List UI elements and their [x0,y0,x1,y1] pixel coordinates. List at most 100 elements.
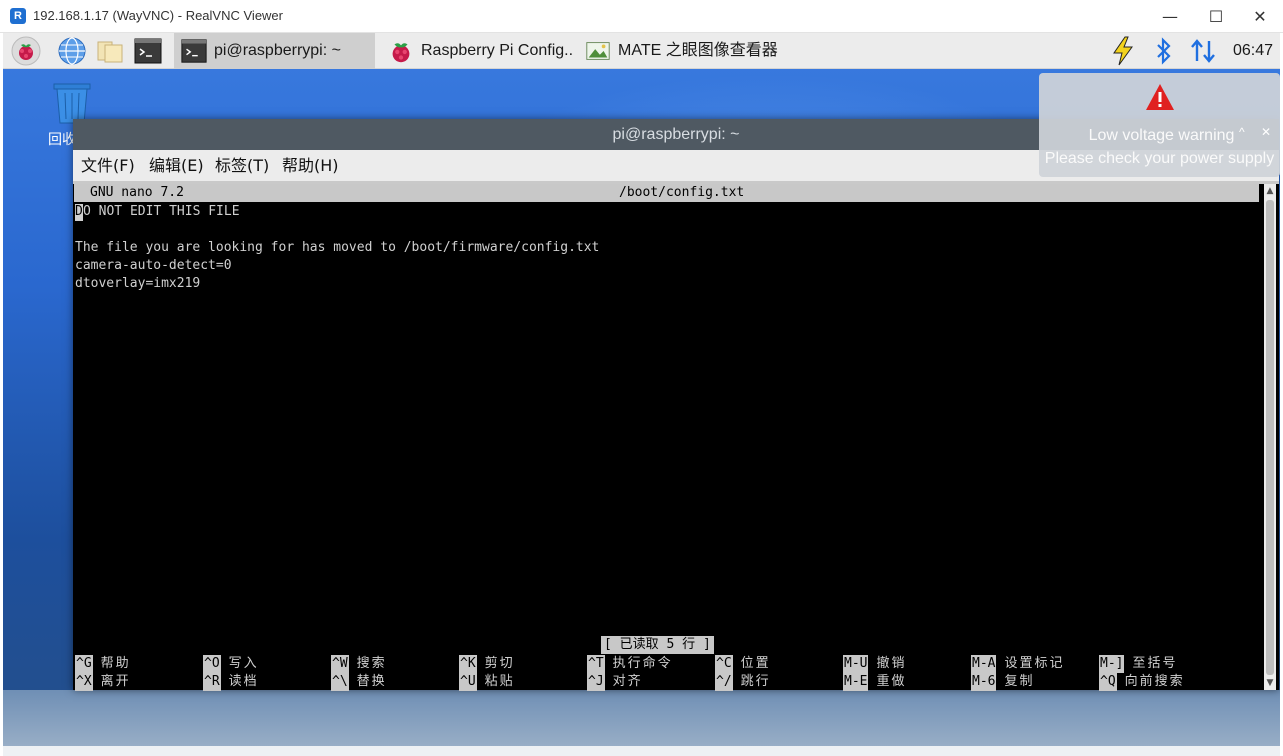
shortcut-desc: 写入 [228,656,259,671]
shortcut-desc: 离开 [100,674,131,689]
shortcut-key: ^R [203,673,221,691]
raspberry-icon [392,43,410,63]
maximize-button[interactable]: ☐ [1193,0,1239,33]
menu-file[interactable]: 文件(F) [81,150,135,181]
minimize-button[interactable]: — [1147,0,1193,33]
taskbar-item-raspberry-pi-config[interactable]: Raspberry Pi Config.. [381,33,575,69]
shortcut-key: ^/ [715,673,733,691]
taskbar-item-label: MATE 之眼图像查看器 [618,42,778,59]
shortcut-set-mark[interactable]: M-A 设置标记 [971,655,1065,673]
shortcut-replace[interactable]: ^\ 替换 [331,673,387,691]
file-line-3[interactable]: The file you are looking for has moved t… [75,239,599,257]
shortcut-key: M-E [843,673,869,691]
shortcut-key: ^T [587,655,605,673]
cursor-char: D [75,204,83,219]
shortcut-location[interactable]: ^C 位置 [715,655,771,673]
nano-version: GNU nano 7.2 [90,185,184,200]
scroll-up-arrow-icon[interactable]: ▲ [1265,184,1275,198]
wallpaper-strip [3,746,1280,756]
shortcut-key: M-6 [971,673,997,691]
shortcut-desc: 剪切 [484,656,515,671]
file-manager-icon[interactable] [95,36,125,66]
shortcut-key: ^O [203,655,221,673]
shortcut-key: ^K [459,655,477,673]
shortcut-redo[interactable]: M-E 重做 [843,673,907,691]
notification-message: Please check your power supply [1044,150,1275,167]
nano-editor[interactable]: GNU nano 7.2 /boot/config.txt D O NOT ED… [74,184,1262,691]
shortcut-copy[interactable]: M-6 复制 [971,673,1035,691]
shortcut-key: M-] [1099,655,1125,673]
shortcut-key: M-A [971,655,997,673]
file-line-5[interactable]: dtoverlay=imx219 [75,275,200,293]
warning-triangle-icon [1146,84,1174,110]
shortcut-read-file[interactable]: ^R 读档 [203,673,259,691]
raspberry-pi-menu-icon[interactable] [11,36,41,66]
taskbar-item-label: Raspberry Pi Config.. [421,42,574,59]
notification-close-button[interactable]: ✕ [1261,125,1271,139]
scrollbar-thumb[interactable] [1266,200,1274,675]
menu-help[interactable]: 帮助(H) [282,150,339,181]
shortcut-desc: 替换 [356,674,387,689]
shortcut-desc: 跳行 [740,674,771,689]
file-line-4[interactable]: camera-auto-detect=0 [75,257,232,275]
realvnc-app-icon: R [10,8,26,24]
remote-desktop: pi@raspberrypi: ~ Raspberry Pi Config.. … [3,33,1280,756]
shortcut-desc: 执行命令 [612,656,673,671]
terminal-scrollbar[interactable]: ▲ ▼ [1264,184,1276,690]
text-cursor: D [75,204,83,221]
shortcut-key: ^G [75,655,93,673]
scroll-down-arrow-icon[interactable]: ▼ [1265,676,1275,690]
vnc-viewer-titlebar: R 192.168.1.17 (WayVNC) - RealVNC Viewer… [0,0,1283,33]
nano-header: GNU nano 7.2 /boot/config.txt [74,184,1259,202]
clock[interactable]: 06:47 [1233,33,1273,69]
shortcut-desc: 对齐 [612,674,643,689]
shortcut-help[interactable]: ^G 帮助 [75,655,131,673]
nano-filename: /boot/config.txt [619,185,745,200]
shortcut-to-bracket[interactable]: M-] 至括号 [1099,655,1178,673]
shortcut-exit[interactable]: ^X 离开 [75,673,131,691]
network-icon[interactable] [1189,37,1217,65]
shortcut-write[interactable]: ^O 写入 [203,655,259,673]
shortcut-key: ^J [587,673,605,691]
shortcut-key: ^\ [331,673,349,691]
shortcut-justify[interactable]: ^J 对齐 [587,673,643,691]
terminal-icon[interactable] [133,36,163,66]
shortcut-key: ^Q [1099,673,1117,691]
menu-edit[interactable]: 编辑(E) [149,150,204,181]
taskbar-item-image-viewer[interactable]: MATE 之眼图像查看器 [578,33,818,69]
shortcut-desc: 读档 [228,674,259,689]
shortcut-desc: 至括号 [1132,656,1178,671]
taskbar-item-terminal[interactable]: pi@raspberrypi: ~ [174,33,375,69]
shortcut-cut[interactable]: ^K 剪切 [459,655,515,673]
shortcut-search-backward[interactable]: ^Q 向前搜索 [1099,673,1185,691]
terminal-window[interactable]: pi@raspberrypi: ~ 文件(F) 编辑(E) 标签(T) 帮助(H… [73,119,1279,691]
low-voltage-bolt-icon[interactable] [1110,36,1136,66]
web-browser-icon[interactable] [57,36,87,66]
shortcut-desc: 向前搜索 [1124,674,1185,689]
shortcut-key: ^X [75,673,93,691]
close-window-button[interactable]: ✕ [1237,0,1283,33]
shortcut-desc: 重做 [876,674,907,689]
bluetooth-icon[interactable] [1153,37,1175,65]
shortcut-execute[interactable]: ^T 执行命令 [587,655,673,673]
shortcut-key: M-U [843,655,869,673]
vnc-window-title: 192.168.1.17 (WayVNC) - RealVNC Viewer [33,8,283,23]
notification-collapse-icon[interactable]: ^ [1239,125,1245,139]
image-viewer-icon [586,42,610,60]
shortcut-go-to-line[interactable]: ^/ 跳行 [715,673,771,691]
shortcut-paste[interactable]: ^U 粘贴 [459,673,515,691]
menu-tabs[interactable]: 标签(T) [215,150,269,181]
nano-status-bar: [ 已读取 5 行 ] [601,636,714,654]
shortcut-key: ^U [459,673,477,691]
trash-label: 回收 [48,132,76,148]
file-line-1[interactable]: O NOT EDIT THIS FILE [83,203,240,221]
shortcut-desc: 复制 [1004,674,1035,689]
low-voltage-notification[interactable]: Low voltage warning ^ ✕ Please check you… [1039,73,1280,177]
shortcut-desc: 位置 [740,656,771,671]
shortcut-desc: 帮助 [100,656,131,671]
top-panel: pi@raspberrypi: ~ Raspberry Pi Config.. … [3,33,1280,69]
shortcut-undo[interactable]: M-U 撤销 [843,655,907,673]
shortcut-key: ^W [331,655,349,673]
shortcut-desc: 设置标记 [1004,656,1065,671]
shortcut-search[interactable]: ^W 搜索 [331,655,387,673]
